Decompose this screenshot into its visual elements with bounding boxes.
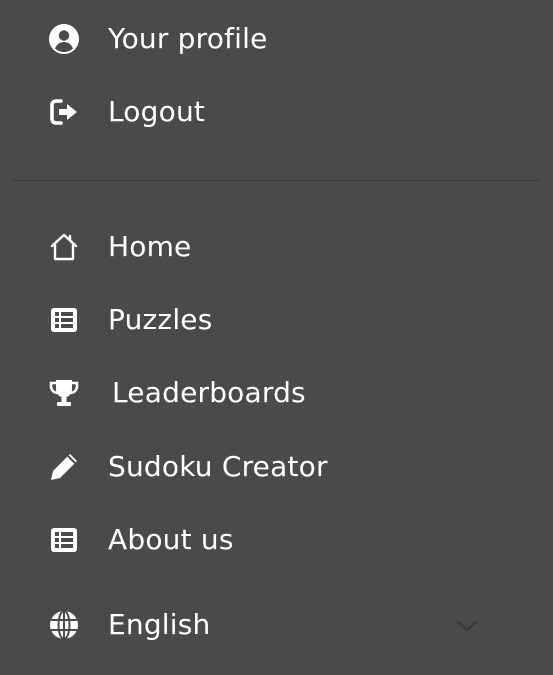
table-list-icon [46, 302, 82, 338]
menu-item-label: Puzzles [108, 303, 213, 336]
menu-item-your-profile[interactable]: Your profile [46, 17, 268, 61]
menu-item-home[interactable]: Home [46, 225, 192, 269]
trophy-icon [46, 375, 82, 411]
menu-item-leaderboards[interactable]: Leaderboards [46, 371, 306, 415]
menu-item-label: Home [108, 230, 192, 263]
chevron-down-icon[interactable] [453, 612, 481, 640]
logout-icon [46, 94, 82, 130]
menu-divider [12, 180, 540, 181]
pencil-icon [46, 449, 82, 485]
menu-item-puzzles[interactable]: Puzzles [46, 298, 213, 342]
table-list-icon [46, 522, 82, 558]
globe-icon [46, 607, 82, 643]
menu-item-sudoku-creator[interactable]: Sudoku Creator [46, 445, 328, 489]
language-selected-label: English [108, 608, 211, 641]
menu-item-about-us[interactable]: About us [46, 518, 234, 562]
menu-item-label: Sudoku Creator [108, 450, 328, 483]
language-selector[interactable]: English [46, 603, 211, 647]
menu-item-logout[interactable]: Logout [46, 90, 205, 134]
user-circle-icon [46, 21, 82, 57]
menu-item-label: About us [108, 523, 234, 556]
menu-item-label: Logout [108, 95, 206, 128]
side-menu: Your profile Logout Home Puzzles Leaderb… [0, 0, 553, 675]
menu-item-label: Your profile [108, 22, 268, 55]
home-icon [46, 229, 82, 265]
menu-item-label: Leaderboards [112, 376, 306, 409]
